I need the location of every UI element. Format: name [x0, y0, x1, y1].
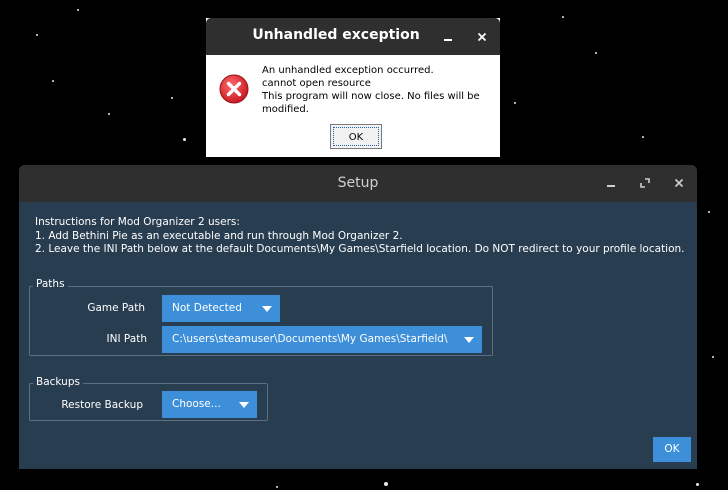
chevron-down-icon: [464, 337, 474, 343]
ini-path-label: INI Path: [106, 333, 147, 345]
instructions-line: 1. Add Bethini Pie as an executable and …: [35, 229, 403, 242]
game-path-label: Game Path: [87, 302, 145, 314]
game-path-value: Not Detected: [172, 302, 242, 314]
instructions-text: Instructions for Mod Organizer 2 users: …: [35, 216, 685, 257]
error-ok-label: OK: [333, 127, 379, 146]
restore-backup-label: Restore Backup: [61, 399, 143, 411]
star: [171, 97, 173, 99]
error-dialog: Unhandled exception An unhandled excepti…: [206, 18, 500, 157]
error-message-line: This program will now close. No files wi…: [262, 91, 480, 102]
minimize-button[interactable]: [601, 173, 621, 193]
star: [595, 52, 597, 54]
star: [642, 136, 644, 138]
restore-backup-dropdown[interactable]: Choose...: [162, 391, 257, 418]
close-icon: [674, 178, 684, 188]
error-ok-button[interactable]: OK: [330, 124, 382, 149]
ini-path-dropdown[interactable]: C:\users\steamuser\Documents\My Games\St…: [162, 326, 482, 353]
setup-window: Setup Instructions for Mod Organizer 2 u…: [19, 165, 697, 469]
star: [183, 138, 186, 141]
setup-window-title: Setup: [337, 175, 379, 191]
close-icon: [477, 32, 487, 42]
backups-group-label: Backups: [33, 376, 83, 388]
maximize-button[interactable]: [635, 173, 655, 193]
paths-group-label: Paths: [33, 278, 68, 290]
chevron-down-icon: [239, 402, 249, 408]
error-message-line: cannot open resource: [262, 78, 371, 89]
star: [77, 9, 79, 11]
setup-ok-button[interactable]: OK: [653, 437, 691, 462]
star: [384, 482, 388, 486]
minimize-button[interactable]: [438, 27, 458, 47]
star: [52, 80, 54, 82]
ini-path-value: C:\users\steamuser\Documents\My Games\St…: [172, 333, 448, 345]
star: [108, 113, 110, 115]
error-message-line: An unhandled exception occurred.: [262, 65, 434, 76]
star: [36, 34, 38, 36]
instructions-line: Instructions for Mod Organizer 2 users:: [35, 216, 240, 228]
close-button[interactable]: [472, 27, 492, 47]
error-dialog-title: Unhandled exception: [252, 27, 420, 43]
star: [708, 211, 710, 213]
star: [276, 486, 278, 488]
error-icon: [219, 74, 249, 104]
star: [562, 16, 564, 18]
restore-backup-value: Choose...: [172, 398, 221, 410]
error-message: An unhandled exception occurred. cannot …: [262, 64, 494, 116]
maximize-icon: [640, 178, 650, 188]
game-path-dropdown[interactable]: Not Detected: [162, 295, 280, 322]
setup-titlebar[interactable]: Setup: [19, 165, 697, 202]
minimize-icon: [444, 39, 452, 41]
star: [514, 102, 516, 104]
star: [712, 356, 714, 358]
minimize-icon: [607, 185, 615, 187]
chevron-down-icon: [262, 306, 272, 312]
error-message-line: modified.: [262, 104, 309, 115]
error-dialog-titlebar[interactable]: Unhandled exception: [206, 18, 500, 55]
close-button[interactable]: [669, 173, 689, 193]
star: [696, 483, 699, 486]
instructions-line: 2. Leave the INI Path below at the defau…: [35, 243, 685, 255]
